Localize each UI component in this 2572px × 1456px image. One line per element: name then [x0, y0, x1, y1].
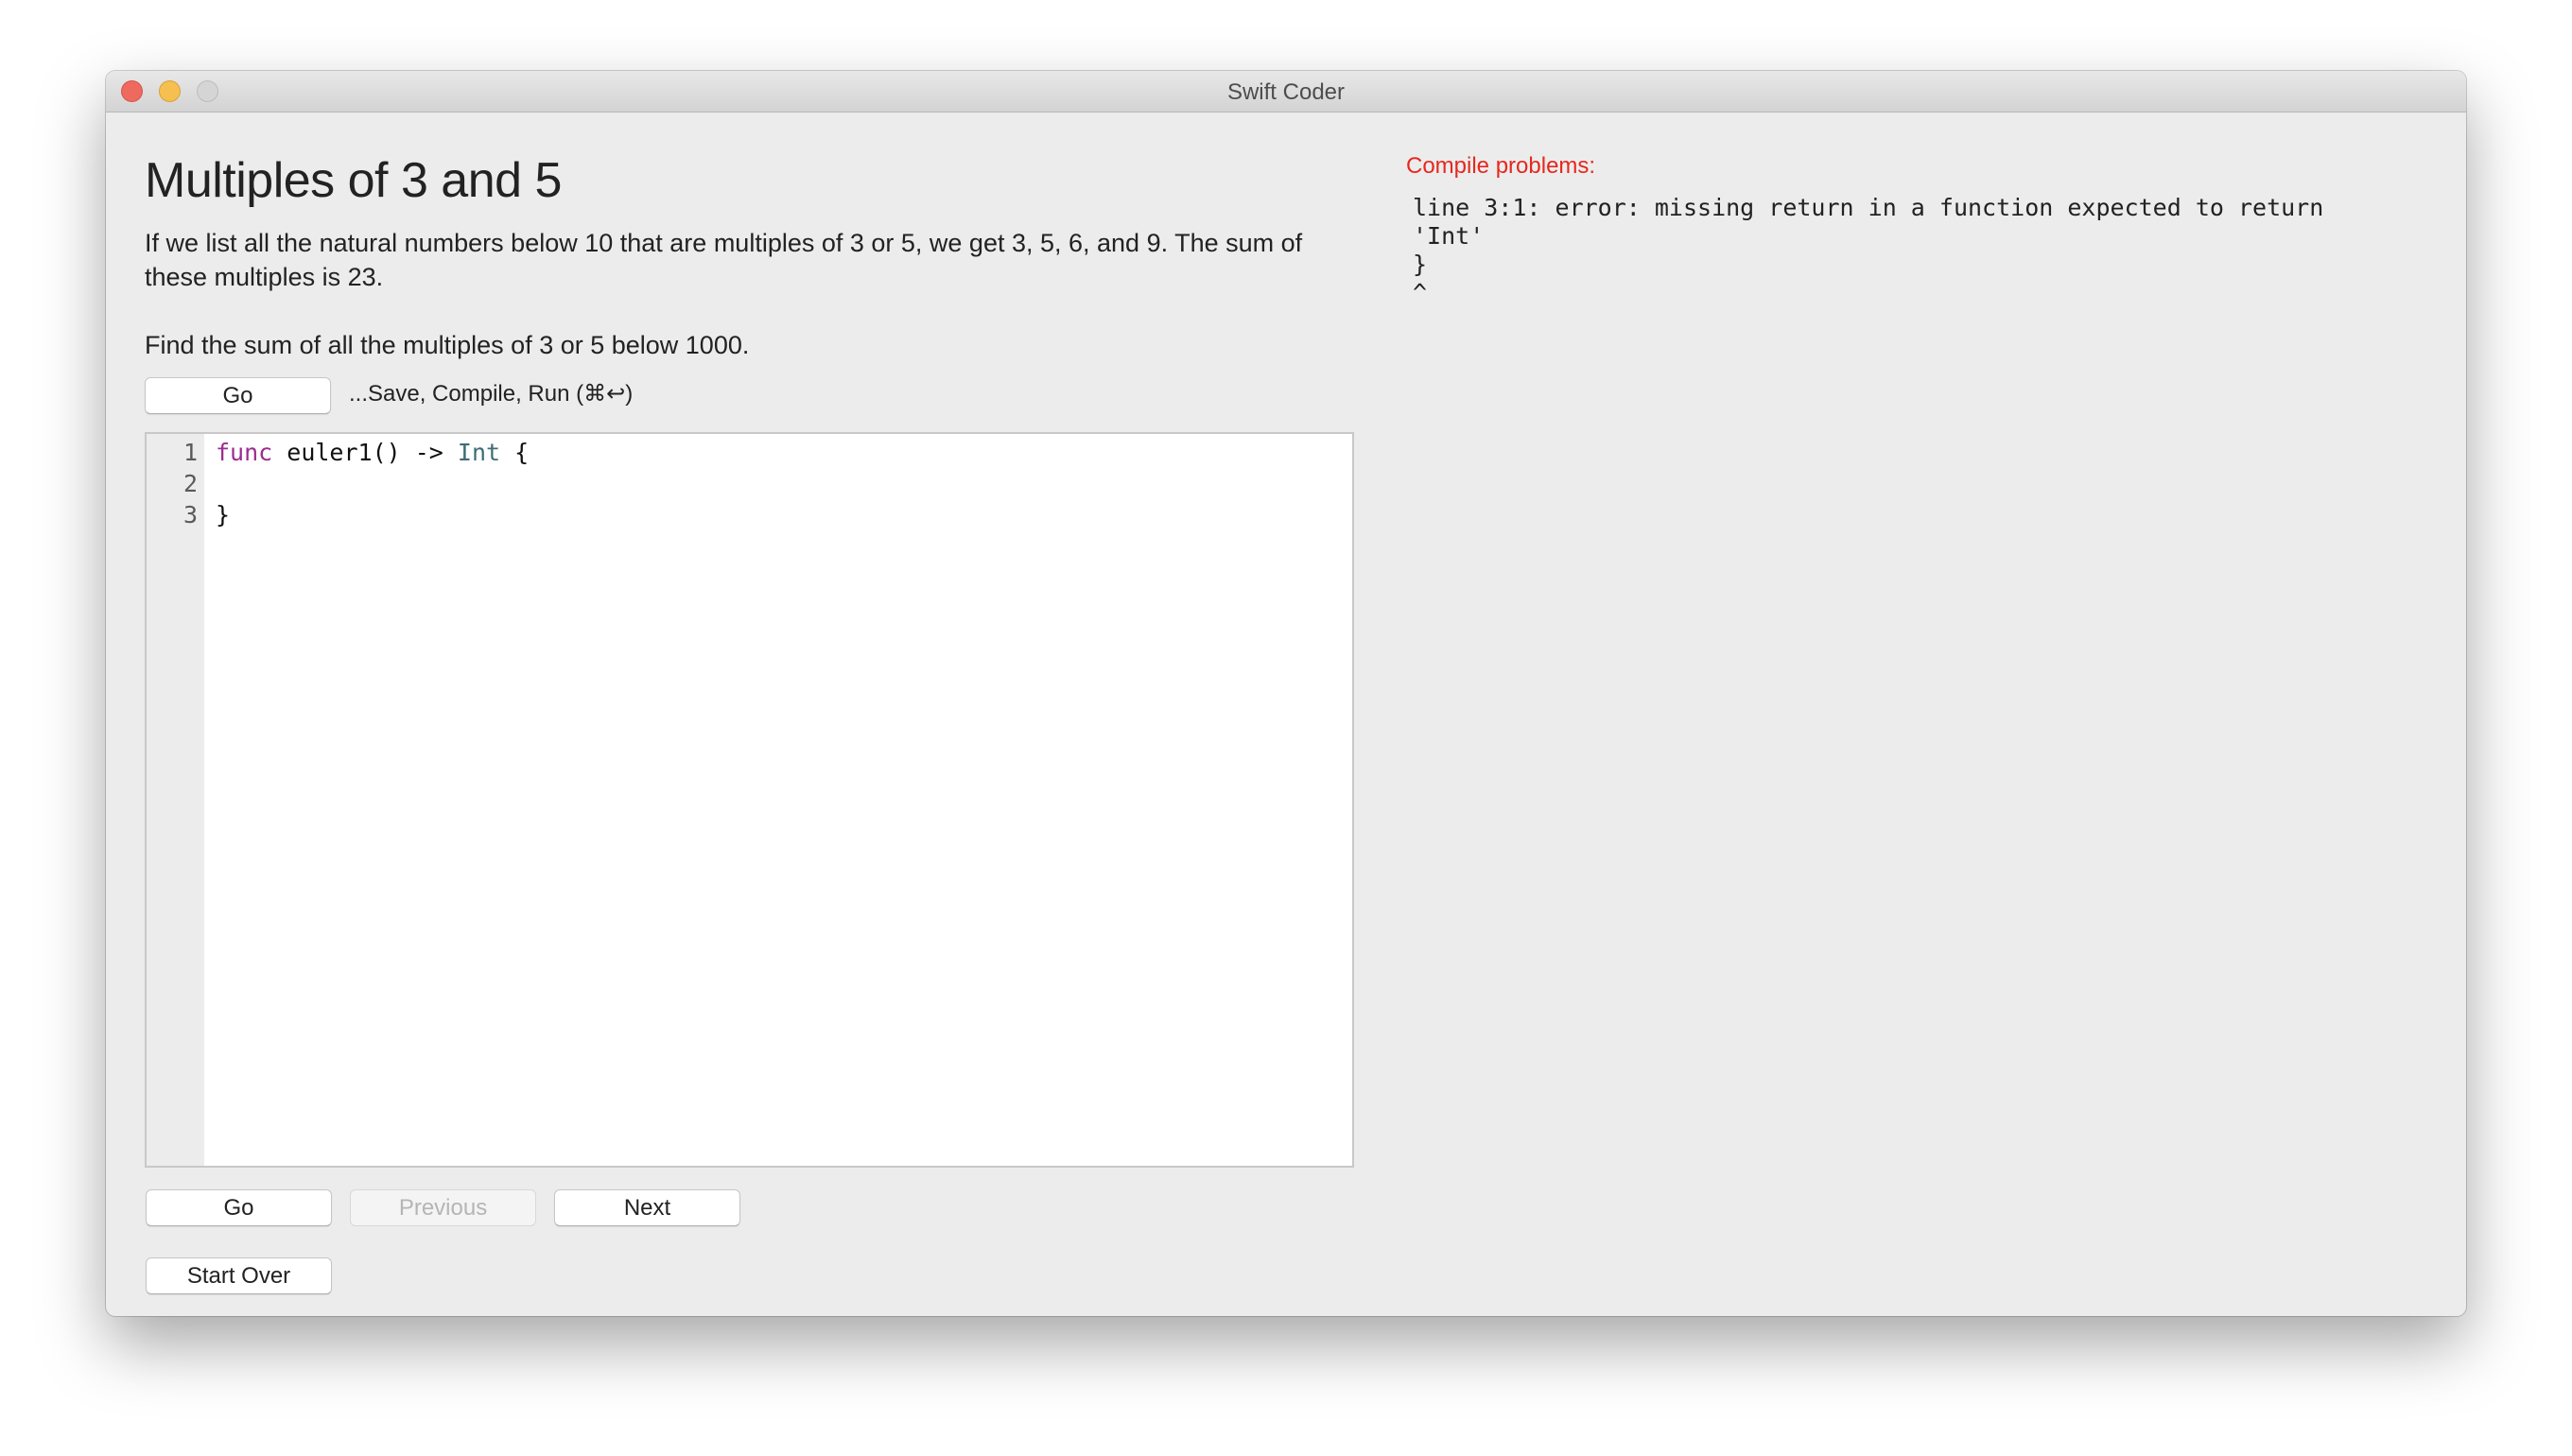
code-line[interactable]: func euler1() -> Int {	[216, 437, 529, 468]
code-keyword: func	[216, 439, 273, 466]
start-over-button[interactable]: Start Over	[146, 1257, 332, 1294]
code-type: Int	[457, 439, 501, 466]
code-text: }	[216, 501, 231, 529]
next-button[interactable]: Next	[554, 1189, 740, 1226]
run-shortcut-hint: ...Save, Compile, Run (⌘↩)	[349, 381, 634, 407]
app-window: Swift Coder Multiples of 3 and 5 If we l…	[106, 71, 2466, 1316]
code-text: euler1() ->	[272, 439, 458, 466]
title-bar[interactable]: Swift Coder	[106, 71, 2466, 113]
previous-button[interactable]: Previous	[350, 1189, 536, 1226]
content-area: Multiples of 3 and 5 If we list all the …	[106, 113, 2466, 1316]
compile-error-output: line 3:1: error: missing return in a fun…	[1413, 194, 2324, 306]
window-title: Swift Coder	[1226, 79, 1346, 105]
go-button[interactable]: Go	[146, 1189, 332, 1226]
code-editor[interactable]: 1 2 3 func euler1() -> Int { }	[145, 432, 1354, 1168]
line-number-gutter: 1 2 3	[147, 434, 204, 1166]
code-line[interactable]: }	[216, 499, 230, 530]
line-number: 3	[182, 501, 198, 529]
problem-description: If we list all the natural numbers below…	[145, 229, 1303, 291]
code-text: {	[500, 439, 530, 466]
problem-title: Multiples of 3 and 5	[145, 153, 562, 208]
line-number: 2	[182, 470, 198, 497]
go-button-top[interactable]: Go	[145, 377, 331, 414]
compile-problems-label: Compile problems:	[1406, 153, 1596, 179]
problem-task: Find the sum of all the multiples of 3 o…	[145, 331, 750, 359]
line-number: 1	[182, 439, 198, 466]
